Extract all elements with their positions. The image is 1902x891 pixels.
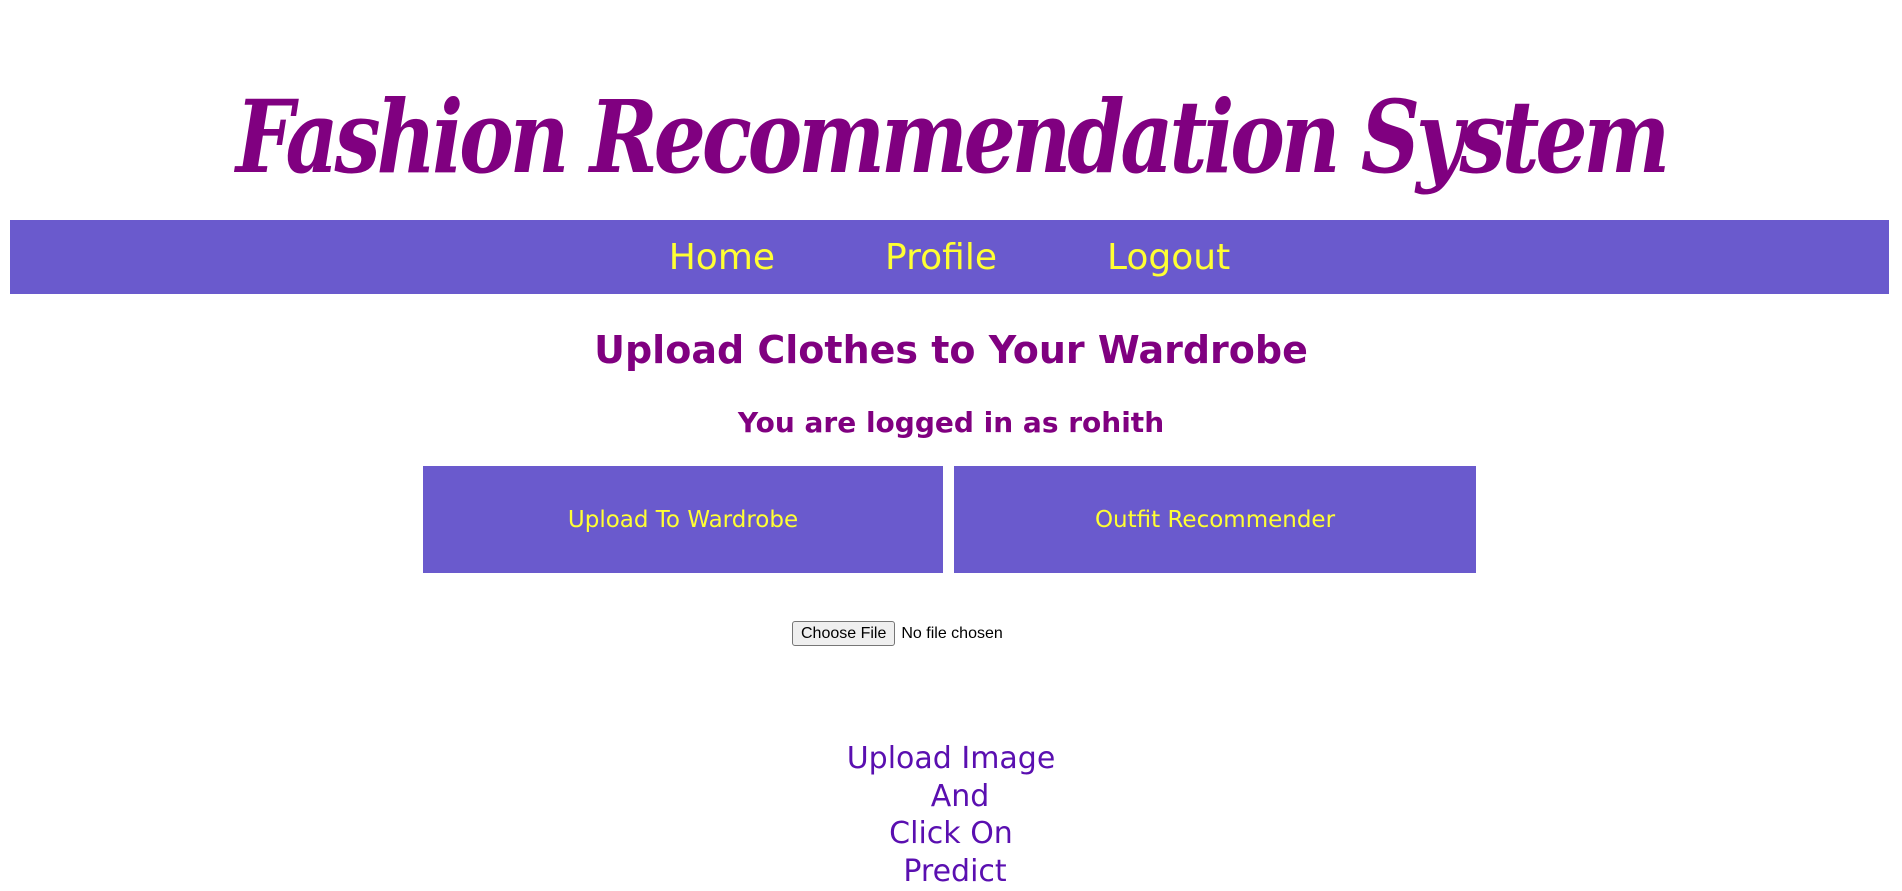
nav-logout-link[interactable]: Logout [1107,237,1230,278]
navbar: Home Profile Logout [10,220,1889,294]
choose-file-button[interactable]: Choose File [792,621,896,646]
instruction-line: Predict [903,853,1007,889]
nav-home-link[interactable]: Home [669,237,775,278]
instruction-line: Click On [889,816,1013,851]
file-input: Choose File No file chosen [792,621,1003,646]
upload-instructions: Upload Image And Click On Predict [0,740,1902,890]
instruction-line: Upload Image [846,741,1056,776]
instruction-line: And [930,778,990,814]
upload-to-wardrobe-button[interactable]: Upload To Wardrobe [423,466,943,573]
file-status-text: No file chosen [901,624,1003,642]
page-heading: Upload Clothes to Your Wardrobe [594,328,1308,372]
nav-profile-link[interactable]: Profile [885,237,997,278]
outfit-recommender-button[interactable]: Outfit Recommender [954,466,1476,573]
site-title: Fashion Recommendation System [235,78,1670,196]
logged-in-text: You are logged in as rohith [737,406,1165,439]
